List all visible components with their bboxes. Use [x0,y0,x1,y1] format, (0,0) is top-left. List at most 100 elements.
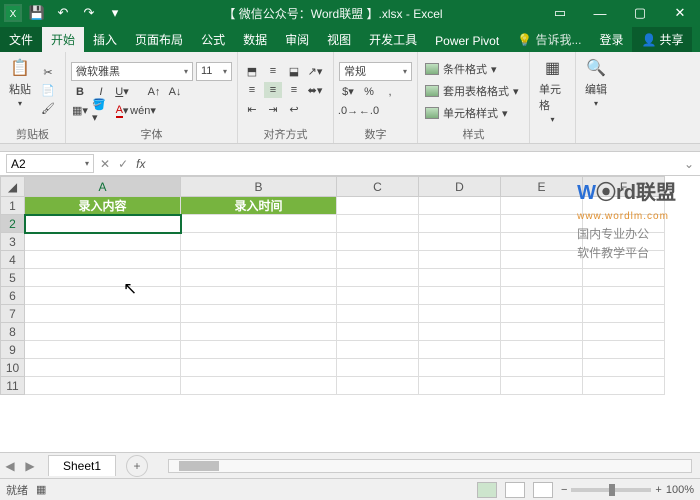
cell[interactable] [419,215,501,233]
macro-recorder-icon[interactable]: ▦ [36,483,46,496]
horizontal-scrollbar[interactable] [168,459,692,473]
cell[interactable] [583,323,665,341]
cell-b1[interactable]: 录入时间 [181,197,337,215]
cell-a2-active[interactable] [25,215,181,233]
col-header-b[interactable]: B [181,177,337,197]
col-header-e[interactable]: E [501,177,583,197]
align-middle[interactable]: ≡ [264,63,282,79]
cell[interactable] [181,377,337,395]
tab-file[interactable]: 文件 [0,27,42,52]
cells-button[interactable]: ▦单元格▾ [535,55,570,129]
cell[interactable] [501,287,583,305]
cell[interactable] [583,269,665,287]
editing-button[interactable]: 🔍编辑▾ [581,55,611,129]
cell[interactable] [337,287,419,305]
row-header[interactable]: 11 [1,377,25,395]
zoom-level[interactable]: 100% [666,484,694,496]
cell[interactable] [583,377,665,395]
cell-a1[interactable]: 录入内容 [25,197,181,215]
row-header[interactable]: 4 [1,251,25,269]
format-as-table[interactable]: 套用表格格式▾ [423,82,521,100]
cell-styles[interactable]: 单元格样式▾ [423,104,521,122]
cell[interactable] [337,341,419,359]
cell[interactable] [25,323,181,341]
cell[interactable] [337,269,419,287]
cell[interactable] [337,323,419,341]
number-format-combo[interactable]: 常规▾ [339,62,412,81]
cell[interactable] [583,359,665,377]
inc-decimal[interactable]: .0→ [339,103,357,119]
cell[interactable] [501,341,583,359]
font-color[interactable]: A▾ [113,103,131,119]
share-button[interactable]: 👤共享 [632,27,692,52]
new-sheet-button[interactable]: + [126,455,148,477]
row-header[interactable]: 8 [1,323,25,341]
cell[interactable] [337,251,419,269]
qat-save[interactable]: 💾 [26,5,48,21]
copy-button[interactable]: 📄 [39,82,57,98]
cell[interactable] [25,377,181,395]
cell[interactable] [25,341,181,359]
cell[interactable] [181,215,337,233]
dec-decimal[interactable]: ←.0 [360,103,378,119]
cell[interactable] [25,251,181,269]
zoom-out[interactable]: − [561,484,567,496]
cell[interactable] [419,197,501,215]
cell[interactable] [501,215,583,233]
zoom-in[interactable]: + [655,484,661,496]
phonetic[interactable]: wén▾ [134,103,152,119]
indent-dec[interactable]: ⇤ [243,101,261,117]
row-header[interactable]: 10 [1,359,25,377]
qat-customize[interactable]: ▾ [104,5,126,21]
cell[interactable] [501,323,583,341]
cell[interactable] [501,233,583,251]
fx-button[interactable]: fx [136,157,145,171]
percent[interactable]: % [360,84,378,100]
minimize-button[interactable]: — [580,0,620,26]
cell[interactable] [419,251,501,269]
tab-powerpivot[interactable]: Power Pivot [426,30,508,52]
cell[interactable] [25,287,181,305]
tab-insert[interactable]: 插入 [84,27,126,52]
cell[interactable] [501,269,583,287]
cell[interactable] [419,233,501,251]
cell[interactable] [501,359,583,377]
cell[interactable] [181,287,337,305]
cell[interactable] [583,341,665,359]
close-button[interactable]: ✕ [660,0,700,26]
cell[interactable] [419,377,501,395]
font-name-combo[interactable]: 微软雅黑▾ [71,62,193,81]
tab-data[interactable]: 数据 [234,27,276,52]
expand-formula-bar[interactable]: ⌄ [684,157,694,171]
comma[interactable]: , [381,84,399,100]
cell[interactable] [25,233,181,251]
qat-undo[interactable]: ↶ [52,5,74,21]
col-header-c[interactable]: C [337,177,419,197]
cell[interactable] [25,359,181,377]
cell[interactable] [501,197,583,215]
shrink-font[interactable]: A↓ [166,84,184,100]
login-button[interactable]: 登录 [590,27,632,52]
select-all[interactable]: ◢ [1,177,25,197]
cell[interactable] [337,215,419,233]
tab-review[interactable]: 审阅 [276,27,318,52]
tab-view[interactable]: 视图 [318,27,360,52]
scroll-thumb[interactable] [179,461,219,471]
maximize-button[interactable]: ▢ [620,0,660,26]
worksheet-grid[interactable]: ◢ A B C D E F 1录入内容录入时间 2 3 4 5 6 7 8 9 … [0,176,700,452]
view-normal[interactable] [477,482,497,498]
align-top[interactable]: ⬒ [243,63,261,79]
cell[interactable] [419,341,501,359]
cancel-formula[interactable]: ✕ [100,157,110,171]
cell[interactable] [501,251,583,269]
sheet-nav-prev[interactable]: ◀ [0,459,20,473]
cell[interactable] [181,305,337,323]
currency[interactable]: $▾ [339,84,357,100]
cell[interactable] [337,359,419,377]
row-header[interactable]: 3 [1,233,25,251]
tab-developer[interactable]: 开发工具 [360,27,426,52]
align-right[interactable]: ≡ [285,82,303,98]
cell[interactable] [181,233,337,251]
cell[interactable] [419,359,501,377]
cell[interactable] [25,269,181,287]
